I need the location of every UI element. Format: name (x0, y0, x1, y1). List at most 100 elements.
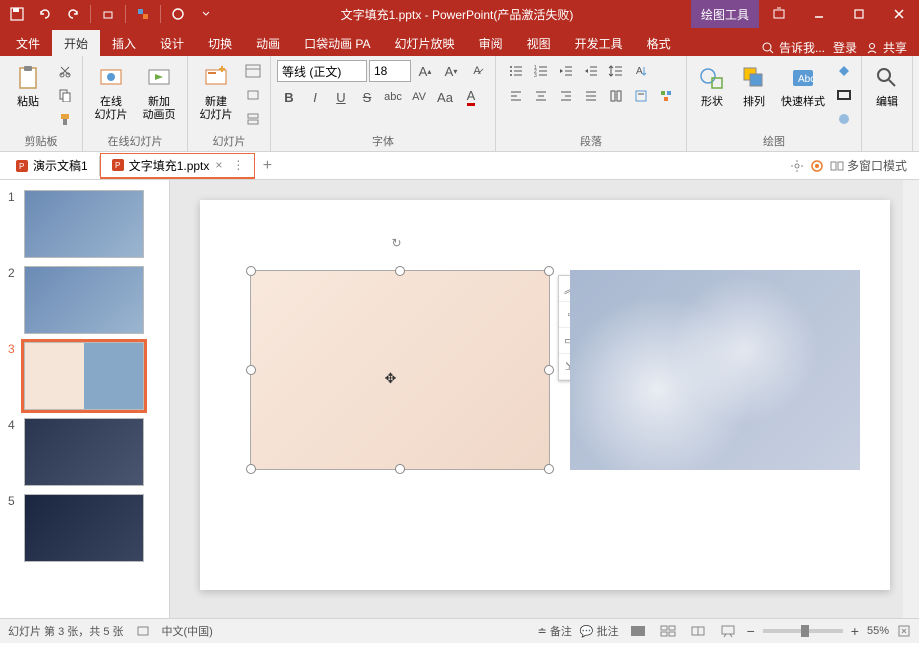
align-right-button[interactable] (554, 85, 578, 107)
columns-button[interactable] (604, 85, 628, 107)
undo-button[interactable] (32, 2, 58, 26)
spellcheck-icon[interactable] (136, 624, 150, 638)
zoom-in-button[interactable]: + (851, 623, 859, 639)
qat-color-picker[interactable] (130, 2, 156, 26)
resize-handle-br[interactable] (544, 464, 554, 474)
decrease-font-button[interactable]: A▾ (439, 60, 463, 82)
qat-circle[interactable] (165, 2, 191, 26)
text-direction-button[interactable]: A (629, 60, 653, 82)
resize-handle-b[interactable] (395, 464, 405, 474)
redo-button[interactable] (60, 2, 86, 26)
align-text-button[interactable] (629, 85, 653, 107)
shape-outline-button[interactable] (833, 84, 855, 106)
align-center-button[interactable] (529, 85, 553, 107)
close-tab-button[interactable]: × (213, 158, 224, 172)
tab-pocket-anim[interactable]: 口袋动画 PA (292, 30, 382, 56)
char-spacing-button[interactable]: AV (407, 86, 431, 108)
minimize-button[interactable] (799, 0, 839, 28)
slide-thumb-1[interactable]: 1 (0, 186, 169, 262)
shadow-button[interactable]: abc (381, 86, 405, 108)
font-size-select[interactable] (369, 60, 411, 82)
slide-canvas[interactable]: ↻ ✥ ︽ ▫ ▭ ⇲ (200, 200, 890, 590)
slide-image[interactable] (570, 270, 860, 470)
copy-button[interactable] (54, 84, 76, 106)
slide-thumb-5[interactable]: 5 (0, 490, 169, 566)
resize-handle-tl[interactable] (246, 266, 256, 276)
shapes-button[interactable]: 形状 (693, 60, 731, 130)
font-color-button[interactable]: A (459, 86, 483, 108)
language-indicator[interactable]: 中文(中国) (162, 623, 213, 639)
tab-transitions[interactable]: 切换 (196, 30, 244, 56)
slide-thumb-2[interactable]: 2 (0, 262, 169, 338)
notes-button[interactable]: ≐ 备注 (538, 623, 572, 639)
tab-view[interactable]: 视图 (515, 30, 563, 56)
reading-view-button[interactable] (687, 622, 709, 640)
tell-me-search[interactable]: 告诉我... (761, 39, 825, 56)
numbering-button[interactable]: 123 (529, 60, 553, 82)
underline-button[interactable]: U (329, 86, 353, 108)
tab-home[interactable]: 开始 (52, 30, 100, 56)
zoom-level[interactable]: 55% (867, 625, 889, 637)
increase-font-button[interactable]: A▴ (413, 60, 437, 82)
paste-button[interactable]: 粘贴 (6, 60, 50, 130)
format-painter-button[interactable] (54, 108, 76, 130)
increase-indent-button[interactable] (579, 60, 603, 82)
zoom-out-button[interactable]: − (747, 623, 755, 639)
tab-developer[interactable]: 开发工具 (563, 30, 635, 56)
change-case-button[interactable]: Aa (433, 86, 457, 108)
tab-insert[interactable]: 插入 (100, 30, 148, 56)
tab-animations[interactable]: 动画 (244, 30, 292, 56)
resize-handle-l[interactable] (246, 365, 256, 375)
vertical-scrollbar[interactable] (903, 180, 919, 618)
share-button[interactable]: 共享 (865, 39, 907, 56)
decrease-indent-button[interactable] (554, 60, 578, 82)
online-slide-button[interactable]: 在线 幻灯片 (89, 60, 133, 130)
slideshow-view-button[interactable] (717, 622, 739, 640)
font-name-select[interactable] (277, 60, 367, 82)
comments-button[interactable]: 💬 批注 (580, 623, 619, 639)
shape-fill-button[interactable] (833, 60, 855, 82)
multiwindow-toggle[interactable]: 多窗口模式 (830, 157, 907, 174)
section-button[interactable] (242, 108, 264, 130)
resize-handle-bl[interactable] (246, 464, 256, 474)
ribbon-display-options[interactable] (759, 0, 799, 28)
align-left-button[interactable] (504, 85, 528, 107)
strikethrough-button[interactable]: S (355, 86, 379, 108)
new-anim-page-button[interactable]: 新加 动画页 (137, 60, 181, 130)
qat-dropdown[interactable] (193, 2, 219, 26)
gear-icon[interactable] (810, 159, 824, 173)
editing-button[interactable]: 编辑 (868, 60, 906, 130)
resize-handle-tr[interactable] (544, 266, 554, 276)
smartart-button[interactable] (654, 85, 678, 107)
doc-tab-1[interactable]: P 演示文稿1 (4, 153, 99, 179)
qat-more-1[interactable] (95, 2, 121, 26)
tab-file[interactable]: 文件 (4, 30, 52, 56)
slide-counter[interactable]: 幻灯片 第 3 张，共 5 张 (8, 623, 124, 639)
line-spacing-button[interactable] (604, 60, 628, 82)
layout-button[interactable] (242, 60, 264, 82)
settings-icon[interactable] (790, 159, 804, 173)
maximize-button[interactable] (839, 0, 879, 28)
tab-review[interactable]: 审阅 (467, 30, 515, 56)
resize-handle-t[interactable] (395, 266, 405, 276)
slide-thumb-3[interactable]: 3 (0, 338, 169, 414)
rotate-handle[interactable]: ↻ (392, 236, 408, 252)
quick-styles-button[interactable]: Abc 快速样式 (777, 60, 829, 130)
slide-thumbnail-panel[interactable]: 1 2 3 4 5 (0, 180, 170, 618)
new-slide-button[interactable]: 新建 幻灯片 (194, 60, 238, 130)
cut-button[interactable] (54, 60, 76, 82)
save-button[interactable] (4, 2, 30, 26)
fit-to-window-button[interactable] (897, 624, 911, 638)
bold-button[interactable]: B (277, 86, 301, 108)
close-button[interactable] (879, 0, 919, 28)
slide-canvas-area[interactable]: ↻ ✥ ︽ ▫ ▭ ⇲ (170, 180, 919, 618)
zoom-slider[interactable] (763, 629, 843, 633)
doc-tab-2[interactable]: P 文字填充1.pptx × ⋮ (100, 153, 256, 179)
tab-format[interactable]: 格式 (635, 30, 683, 56)
resize-handle-r[interactable] (544, 365, 554, 375)
sorter-view-button[interactable] (657, 622, 679, 640)
shape-effects-button[interactable] (833, 108, 855, 130)
justify-button[interactable] (579, 85, 603, 107)
clear-format-button[interactable]: A̷ (465, 60, 489, 82)
tab-design[interactable]: 设计 (148, 30, 196, 56)
